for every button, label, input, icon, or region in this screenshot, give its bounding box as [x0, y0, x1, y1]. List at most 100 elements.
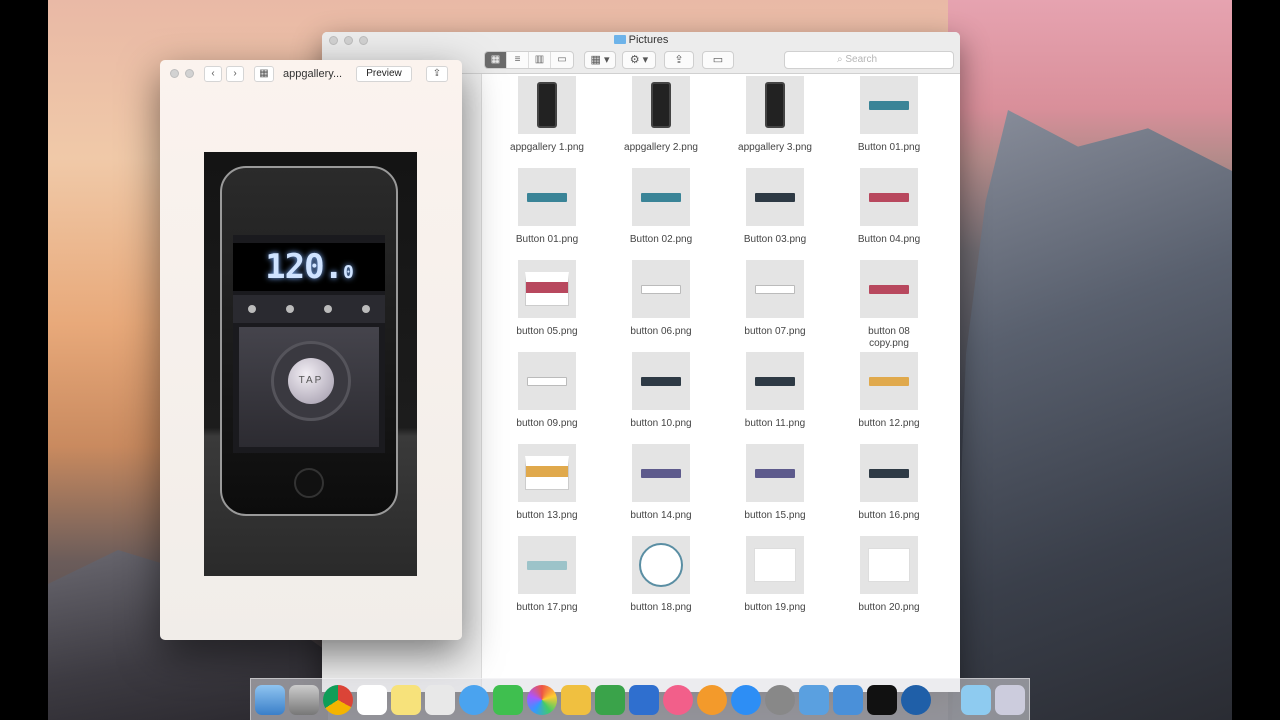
- file-thumbnail: [632, 260, 690, 318]
- file-item[interactable]: button 17.png: [492, 536, 602, 614]
- button-thumbnail: [869, 468, 909, 478]
- file-thumbnail: [746, 76, 804, 134]
- system-preferences-icon[interactable]: [765, 685, 795, 715]
- minimize-button[interactable]: [344, 36, 353, 45]
- file-thumbnail: [632, 352, 690, 410]
- launchpad-icon[interactable]: [289, 685, 319, 715]
- photos-icon[interactable]: [527, 685, 557, 715]
- file-item[interactable]: button 18.png: [606, 536, 716, 614]
- dock: [250, 678, 1030, 720]
- arrange-button[interactable]: ▦ ▾: [584, 51, 616, 69]
- display-main-value: 120.: [265, 247, 344, 287]
- file-name: Button 01.png: [515, 234, 579, 245]
- file-item[interactable]: button 19.png: [720, 536, 830, 614]
- xcode-icon[interactable]: [799, 685, 829, 715]
- tap-panel: TAP: [239, 327, 379, 447]
- preview-image: 120.0 TAP: [204, 152, 417, 576]
- minimize-button[interactable]: [185, 69, 194, 78]
- file-item[interactable]: Button 04.png: [834, 168, 944, 246]
- preview-window: ‹ › ▦ appgallery... Preview ⇪ 120.0 TAP: [160, 60, 462, 640]
- tags-button[interactable]: ▭: [702, 51, 734, 69]
- numbers-icon[interactable]: [595, 685, 625, 715]
- chrome-icon[interactable]: [323, 685, 353, 715]
- file-name: appgallery 1.png: [510, 142, 584, 153]
- file-item[interactable]: button 09.png: [492, 352, 602, 430]
- column-view-icon[interactable]: ▥: [529, 52, 551, 68]
- button-thumbnail: [755, 468, 795, 478]
- share-button[interactable]: ⇪: [664, 51, 694, 69]
- file-item[interactable]: button 08 copy.png: [834, 260, 944, 350]
- list-view-icon[interactable]: ≡: [507, 52, 529, 68]
- phone-thumbnail: [537, 82, 557, 128]
- file-thumbnail: [860, 444, 918, 502]
- file-item[interactable]: button 13.png: [492, 444, 602, 522]
- tool-icon[interactable]: [833, 685, 863, 715]
- home-button-icon: [294, 468, 324, 498]
- file-name: button 08 copy.png: [868, 326, 910, 349]
- file-name: button 09.png: [516, 418, 578, 429]
- messages-icon[interactable]: [459, 685, 489, 715]
- cover-flow-icon[interactable]: ▭: [551, 52, 573, 68]
- share-button[interactable]: ⇪: [426, 66, 448, 82]
- file-item[interactable]: button 15.png: [720, 444, 830, 522]
- file-item[interactable]: button 20.png: [834, 536, 944, 614]
- iphone-screen: 120.0 TAP: [233, 235, 385, 453]
- card-thumbnail: [868, 548, 910, 582]
- terminal-icon[interactable]: [867, 685, 897, 715]
- button-thumbnail: [755, 192, 795, 202]
- file-item[interactable]: appgallery 2.png: [606, 76, 716, 154]
- close-button[interactable]: [329, 36, 338, 45]
- keynote-icon[interactable]: [629, 685, 659, 715]
- close-button[interactable]: [170, 69, 179, 78]
- search-placeholder: Search: [845, 54, 878, 65]
- file-item[interactable]: button 16.png: [834, 444, 944, 522]
- file-name: Button 03.png: [743, 234, 807, 245]
- file-item[interactable]: appgallery 3.png: [720, 76, 830, 154]
- trash-icon[interactable]: [995, 685, 1025, 715]
- tab-icon-3: [324, 305, 332, 313]
- file-item[interactable]: appgallery 1.png: [492, 76, 602, 154]
- file-item[interactable]: Button 01.png: [492, 168, 602, 246]
- file-thumbnail: [518, 260, 576, 318]
- tab-icon-1: [248, 305, 256, 313]
- file-item[interactable]: button 14.png: [606, 444, 716, 522]
- action-gear-button[interactable]: ⚙ ▾: [622, 51, 656, 69]
- file-item[interactable]: button 11.png: [720, 352, 830, 430]
- file-item[interactable]: Button 02.png: [606, 168, 716, 246]
- ibooks-icon[interactable]: [697, 685, 727, 715]
- file-item[interactable]: Button 01.png: [834, 76, 944, 154]
- file-item[interactable]: button 06.png: [606, 260, 716, 338]
- list-thumbnail: [525, 456, 569, 490]
- app-store-icon[interactable]: [731, 685, 761, 715]
- tab-icon-4: [362, 305, 370, 313]
- preview-app-button[interactable]: Preview: [356, 66, 412, 82]
- file-item[interactable]: button 12.png: [834, 352, 944, 430]
- file-item[interactable]: button 07.png: [720, 260, 830, 338]
- file-thumbnail: [860, 168, 918, 226]
- grid-view-icon[interactable]: ▦: [254, 66, 274, 82]
- reminders-icon[interactable]: [425, 685, 455, 715]
- file-name: button 17.png: [516, 602, 578, 613]
- button-thumbnail: [755, 284, 795, 294]
- phone-thumbnail: [651, 82, 671, 128]
- back-button[interactable]: ‹: [204, 66, 222, 82]
- display-small-value: 0: [343, 262, 354, 283]
- facetime-icon[interactable]: [493, 685, 523, 715]
- file-item[interactable]: button 05.png: [492, 260, 602, 338]
- forward-button[interactable]: ›: [226, 66, 244, 82]
- icon-view-icon[interactable]: ▦: [485, 52, 507, 68]
- notes-icon[interactable]: [391, 685, 421, 715]
- quicktime-icon[interactable]: [901, 685, 931, 715]
- button-thumbnail: [869, 376, 909, 386]
- file-item[interactable]: Button 03.png: [720, 168, 830, 246]
- itunes-icon[interactable]: [663, 685, 693, 715]
- zoom-button[interactable]: [359, 36, 368, 45]
- downloads-folder-icon[interactable]: [961, 685, 991, 715]
- view-mode-segment[interactable]: ▦ ≡ ▥ ▭: [484, 51, 574, 69]
- file-item[interactable]: button 10.png: [606, 352, 716, 430]
- search-input[interactable]: ⌕ Search: [784, 51, 954, 69]
- calendar-icon[interactable]: [357, 685, 387, 715]
- pages-icon[interactable]: [561, 685, 591, 715]
- finder-icon[interactable]: [255, 685, 285, 715]
- file-name: Button 01.png: [857, 142, 921, 153]
